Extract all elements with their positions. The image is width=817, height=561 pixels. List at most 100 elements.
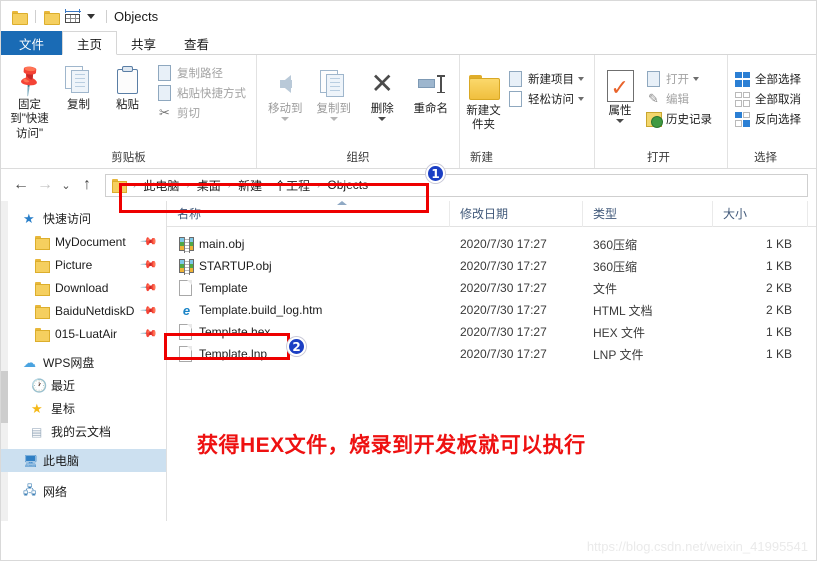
tab-home[interactable]: 主页	[62, 31, 118, 55]
edit-button[interactable]: ✎ 编辑	[645, 89, 716, 109]
file-name-cell[interactable]: Template.hex	[167, 324, 450, 340]
sidebar-item-mydocument[interactable]: MyDocument 📌	[1, 230, 166, 253]
ribbon-group-new: 新建文件夹 新建项目 轻松访问 新建	[460, 55, 595, 168]
paste-button[interactable]: 粘贴	[103, 59, 152, 112]
breadcrumb-item-this-pc[interactable]: 此电脑	[141, 177, 181, 194]
file-size-cell: 1 KB	[765, 237, 792, 251]
column-header-date[interactable]: 修改日期	[450, 200, 583, 227]
pin-icon: 📌	[10, 61, 48, 99]
select-none-button[interactable]: 全部取消	[734, 89, 805, 109]
chevron-down-icon[interactable]	[578, 97, 584, 101]
file-size-cell: 1 KB	[765, 347, 792, 361]
breadcrumb-item-desktop[interactable]: 桌面	[195, 177, 223, 194]
chevron-down-icon[interactable]	[578, 77, 584, 81]
new-item-button[interactable]: 新建项目	[507, 69, 588, 89]
paste-icon	[116, 63, 140, 97]
sidebar-item-015-luatair[interactable]: 015-LuatAir 📌	[1, 322, 166, 345]
select-all-button[interactable]: 全部选择	[734, 69, 805, 89]
file-date-cell: 2020/7/30 17:27	[460, 347, 547, 361]
move-to-button[interactable]: 移动到	[261, 63, 310, 122]
folder-icon[interactable]	[44, 10, 60, 25]
file-name-cell[interactable]: Template	[167, 280, 450, 296]
properties-icon[interactable]	[64, 9, 81, 23]
pin-icon[interactable]: 📌	[140, 232, 159, 251]
table-row[interactable]: e Template.build_log.htm 2020/7/30 17:27…	[167, 299, 816, 321]
copy-to-button[interactable]: 复制到	[310, 63, 359, 122]
sidebar-item-wps-cloud[interactable]: ☁ WPS网盘	[1, 351, 166, 374]
ribbon: 📌 固定到"快速访问" 复制 粘贴 复制路径 粘贴快捷方式 ✂ 剪切 剪贴板 移…	[1, 55, 816, 169]
sidebar-item-recent[interactable]: 🕐 最近	[1, 374, 166, 397]
pin-icon[interactable]: 📌	[140, 255, 159, 274]
table-row[interactable]: STARTUP.obj 2020/7/30 17:27 360压缩 1 KB	[167, 255, 816, 277]
cut-button[interactable]: ✂ 剪切	[156, 103, 250, 123]
breadcrumb-item-project[interactable]: 新建一个工程	[236, 177, 312, 194]
copy-path-button[interactable]: 复制路径	[156, 63, 250, 83]
breadcrumb-item-objects[interactable]: Objects	[325, 178, 370, 192]
folder-icon	[35, 304, 55, 319]
table-row[interactable]: main.obj 2020/7/30 17:27 360压缩 1 KB	[167, 233, 816, 255]
column-header-size[interactable]: 大小	[713, 200, 808, 227]
recent-locations-button[interactable]: ⌄	[57, 174, 75, 196]
file-name-cell[interactable]: e Template.build_log.htm	[167, 303, 450, 318]
rename-icon	[417, 67, 444, 101]
table-row[interactable]: Template.hex 2020/7/30 17:27 HEX 文件 1 KB	[167, 321, 816, 343]
properties-button[interactable]: ✓ 属性	[599, 65, 641, 124]
file-name-cell[interactable]: Template.lnp	[167, 346, 450, 362]
invert-selection-icon	[734, 111, 751, 127]
new-item-icon	[507, 71, 524, 87]
sidebar-item-network[interactable]: 🖧 网络	[1, 480, 166, 503]
tab-file[interactable]: 文件	[1, 31, 63, 55]
file-name-cell[interactable]: main.obj	[167, 237, 450, 253]
invert-selection-button[interactable]: 反向选择	[734, 109, 805, 129]
file-name-cell[interactable]: STARTUP.obj	[167, 259, 450, 275]
file-date-cell: 2020/7/30 17:27	[460, 325, 547, 339]
address-path-field[interactable]: › 此电脑 › 桌面 › 新建一个工程 › Objects	[105, 173, 808, 197]
sidebar-item-baidunetdisk[interactable]: BaiduNetdiskD 📌	[1, 299, 166, 322]
table-row[interactable]: Template 2020/7/30 17:27 文件 2 KB	[167, 277, 816, 299]
column-header-name[interactable]: 名称	[167, 200, 450, 227]
pin-icon[interactable]: 📌	[140, 324, 159, 343]
file-date-cell: 2020/7/30 17:27	[460, 237, 547, 251]
forward-button[interactable]: →	[33, 174, 57, 196]
file-type-cell: LNP 文件	[593, 347, 644, 362]
column-header-type[interactable]: 类型	[583, 200, 713, 227]
sidebar-item-my-cloud-docs[interactable]: ▤ 我的云文档	[1, 420, 166, 443]
pin-icon[interactable]: 📌	[140, 301, 159, 320]
chevron-down-icon[interactable]	[693, 77, 699, 81]
star-pin-icon: ★	[23, 210, 35, 226]
file-size-cell: 2 KB	[765, 303, 792, 317]
sidebar-item-quick-access[interactable]: ★ 快速访问	[1, 207, 166, 230]
pin-to-quick-access-button[interactable]: 📌 固定到"快速访问"	[5, 59, 54, 141]
up-button[interactable]: ↑	[75, 174, 99, 196]
new-folder-button[interactable]: 新建文件夹	[464, 65, 503, 133]
sidebar-item-download[interactable]: Download 📌	[1, 276, 166, 299]
sidebar-item-picture[interactable]: Picture 📌	[1, 253, 166, 276]
rename-button[interactable]: 重命名	[407, 63, 456, 116]
delete-button[interactable]: ✕ 删除	[358, 63, 407, 122]
sidebar-item-this-pc[interactable]: 🖥 此电脑	[1, 449, 166, 472]
tab-share[interactable]: 共享	[117, 31, 170, 55]
file-explorer-window: Objects 文件 主页 共享 查看 📌 固定到"快速访问" 复制 粘贴 复制…	[0, 0, 817, 561]
ribbon-group-organize: 移动到 复制到 ✕ 删除 重命名 组织	[257, 55, 460, 168]
file-size-cell: 1 KB	[765, 325, 792, 339]
history-button[interactable]: 历史记录	[645, 109, 716, 129]
copy-to-icon	[319, 67, 348, 101]
open-button[interactable]: 打开	[645, 69, 716, 89]
easy-access-button[interactable]: 轻松访问	[507, 89, 588, 109]
window-title: Objects	[114, 8, 159, 24]
paste-shortcut-button[interactable]: 粘贴快捷方式	[156, 83, 250, 103]
tab-view[interactable]: 查看	[170, 31, 223, 55]
folder-icon[interactable]	[12, 10, 28, 25]
breadcrumb-separator: ›	[227, 179, 232, 191]
toolbar-divider	[106, 9, 107, 23]
file-rows: main.obj 2020/7/30 17:27 360压缩 1 KB STAR…	[167, 227, 816, 365]
file-type-cell: 360压缩	[593, 259, 638, 274]
zip-icon	[179, 237, 199, 253]
pin-icon[interactable]: 📌	[140, 278, 159, 297]
back-button[interactable]: ←	[9, 174, 33, 196]
copy-button[interactable]: 复制	[54, 59, 103, 112]
table-row[interactable]: Template.lnp 2020/7/30 17:27 LNP 文件 1 KB	[167, 343, 816, 365]
column-headers: 名称 修改日期 类型 大小	[167, 200, 816, 227]
chevron-down-icon[interactable]	[87, 13, 95, 19]
sidebar-item-starred[interactable]: ★ 星标	[1, 397, 166, 420]
